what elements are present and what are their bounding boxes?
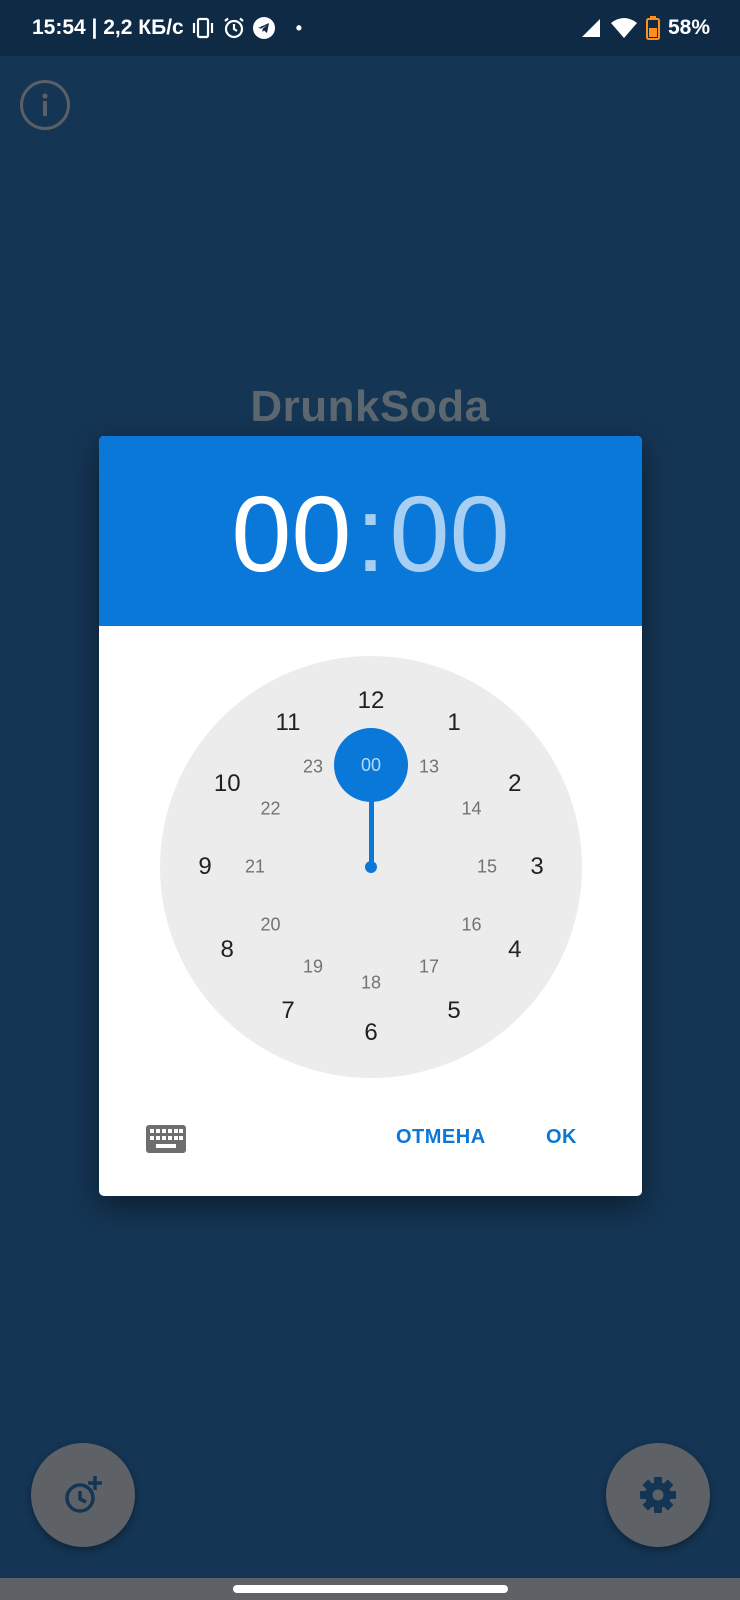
time-display: 00 : 00: [231, 480, 509, 588]
settings-icon: [640, 1477, 676, 1513]
keyboard-mode-button[interactable]: [146, 1124, 186, 1154]
info-button[interactable]: [20, 80, 70, 130]
clock-number-17[interactable]: 17: [419, 957, 439, 978]
clock-number-21[interactable]: 21: [245, 857, 265, 878]
add-alarm-button[interactable]: [31, 1443, 135, 1547]
clock-number-3[interactable]: 3: [530, 853, 543, 881]
status-time-speed: 15:54 | 2,2 КБ/с: [32, 16, 184, 39]
battery-icon: [645, 16, 660, 40]
clock-number-6[interactable]: 6: [364, 1019, 377, 1047]
clock-number-14[interactable]: 14: [461, 799, 481, 820]
clock-number-4[interactable]: 4: [508, 936, 521, 964]
status-right: 58%: [580, 0, 710, 56]
clock-number-2[interactable]: 2: [508, 770, 521, 798]
time-picker-header: 00 : 00: [99, 436, 642, 626]
selected-hour-label: 00: [360, 754, 382, 775]
cancel-button[interactable]: ОТМЕНА: [396, 1126, 486, 1149]
clock-number-20[interactable]: 20: [261, 915, 281, 936]
clock-number-1[interactable]: 1: [447, 709, 460, 737]
hours-display[interactable]: 00: [231, 480, 351, 588]
status-bar: 15:54 | 2,2 КБ/с • 58%: [0, 0, 740, 56]
clock-number-8[interactable]: 8: [221, 936, 234, 964]
clock-number-5[interactable]: 5: [447, 997, 460, 1025]
battery-percent: 58%: [667, 16, 710, 39]
navigation-bar: [0, 1578, 740, 1600]
clock-number-18[interactable]: 18: [361, 973, 381, 994]
info-icon: [42, 93, 48, 116]
clock-number-15[interactable]: 15: [477, 857, 497, 878]
ok-button[interactable]: OK: [546, 1126, 577, 1149]
clock-number-19[interactable]: 19: [303, 957, 323, 978]
home-gesture-handle[interactable]: [233, 1585, 508, 1593]
clock-hand-center: [365, 861, 377, 873]
minutes-display[interactable]: 00: [390, 480, 510, 588]
clock-number-10[interactable]: 10: [214, 770, 241, 798]
vibrate-icon: [190, 17, 216, 39]
time-separator: :: [355, 473, 386, 594]
clock-number-23[interactable]: 23: [303, 756, 323, 777]
settings-button[interactable]: [606, 1443, 710, 1547]
clock-number-16[interactable]: 16: [461, 915, 481, 936]
notification-dot: •: [295, 18, 303, 38]
clock-number-13[interactable]: 13: [419, 756, 439, 777]
time-picker-dialog: 00 : 00 23 22 21 20 19 18 17 16 15 14 13 11 10 9 8 7 6 5 4…: [99, 436, 642, 1196]
clock-number-9[interactable]: 9: [198, 853, 211, 881]
clock-number-11[interactable]: 11: [276, 709, 301, 737]
clock-number-22[interactable]: 22: [261, 799, 281, 820]
add-alarm-icon: [65, 1476, 102, 1513]
status-left: 15:54 | 2,2 КБ/с •: [32, 0, 302, 56]
clock-number-12[interactable]: 12: [358, 687, 385, 715]
signal-icon: [580, 17, 602, 39]
telegram-icon: [252, 16, 276, 40]
app-title: DrunkSoda: [250, 382, 490, 431]
alarm-icon: [222, 16, 246, 40]
clock-hand-selector[interactable]: 00: [334, 728, 408, 802]
clock-number-7[interactable]: 7: [281, 997, 294, 1025]
keyboard-icon: [146, 1125, 186, 1153]
wifi-icon: [610, 17, 638, 39]
clock-face[interactable]: 23 22 21 20 19 18 17 16 15 14 13 11 10 9 8 7 6 5 4 3 2 1 12 00: [160, 656, 582, 1078]
